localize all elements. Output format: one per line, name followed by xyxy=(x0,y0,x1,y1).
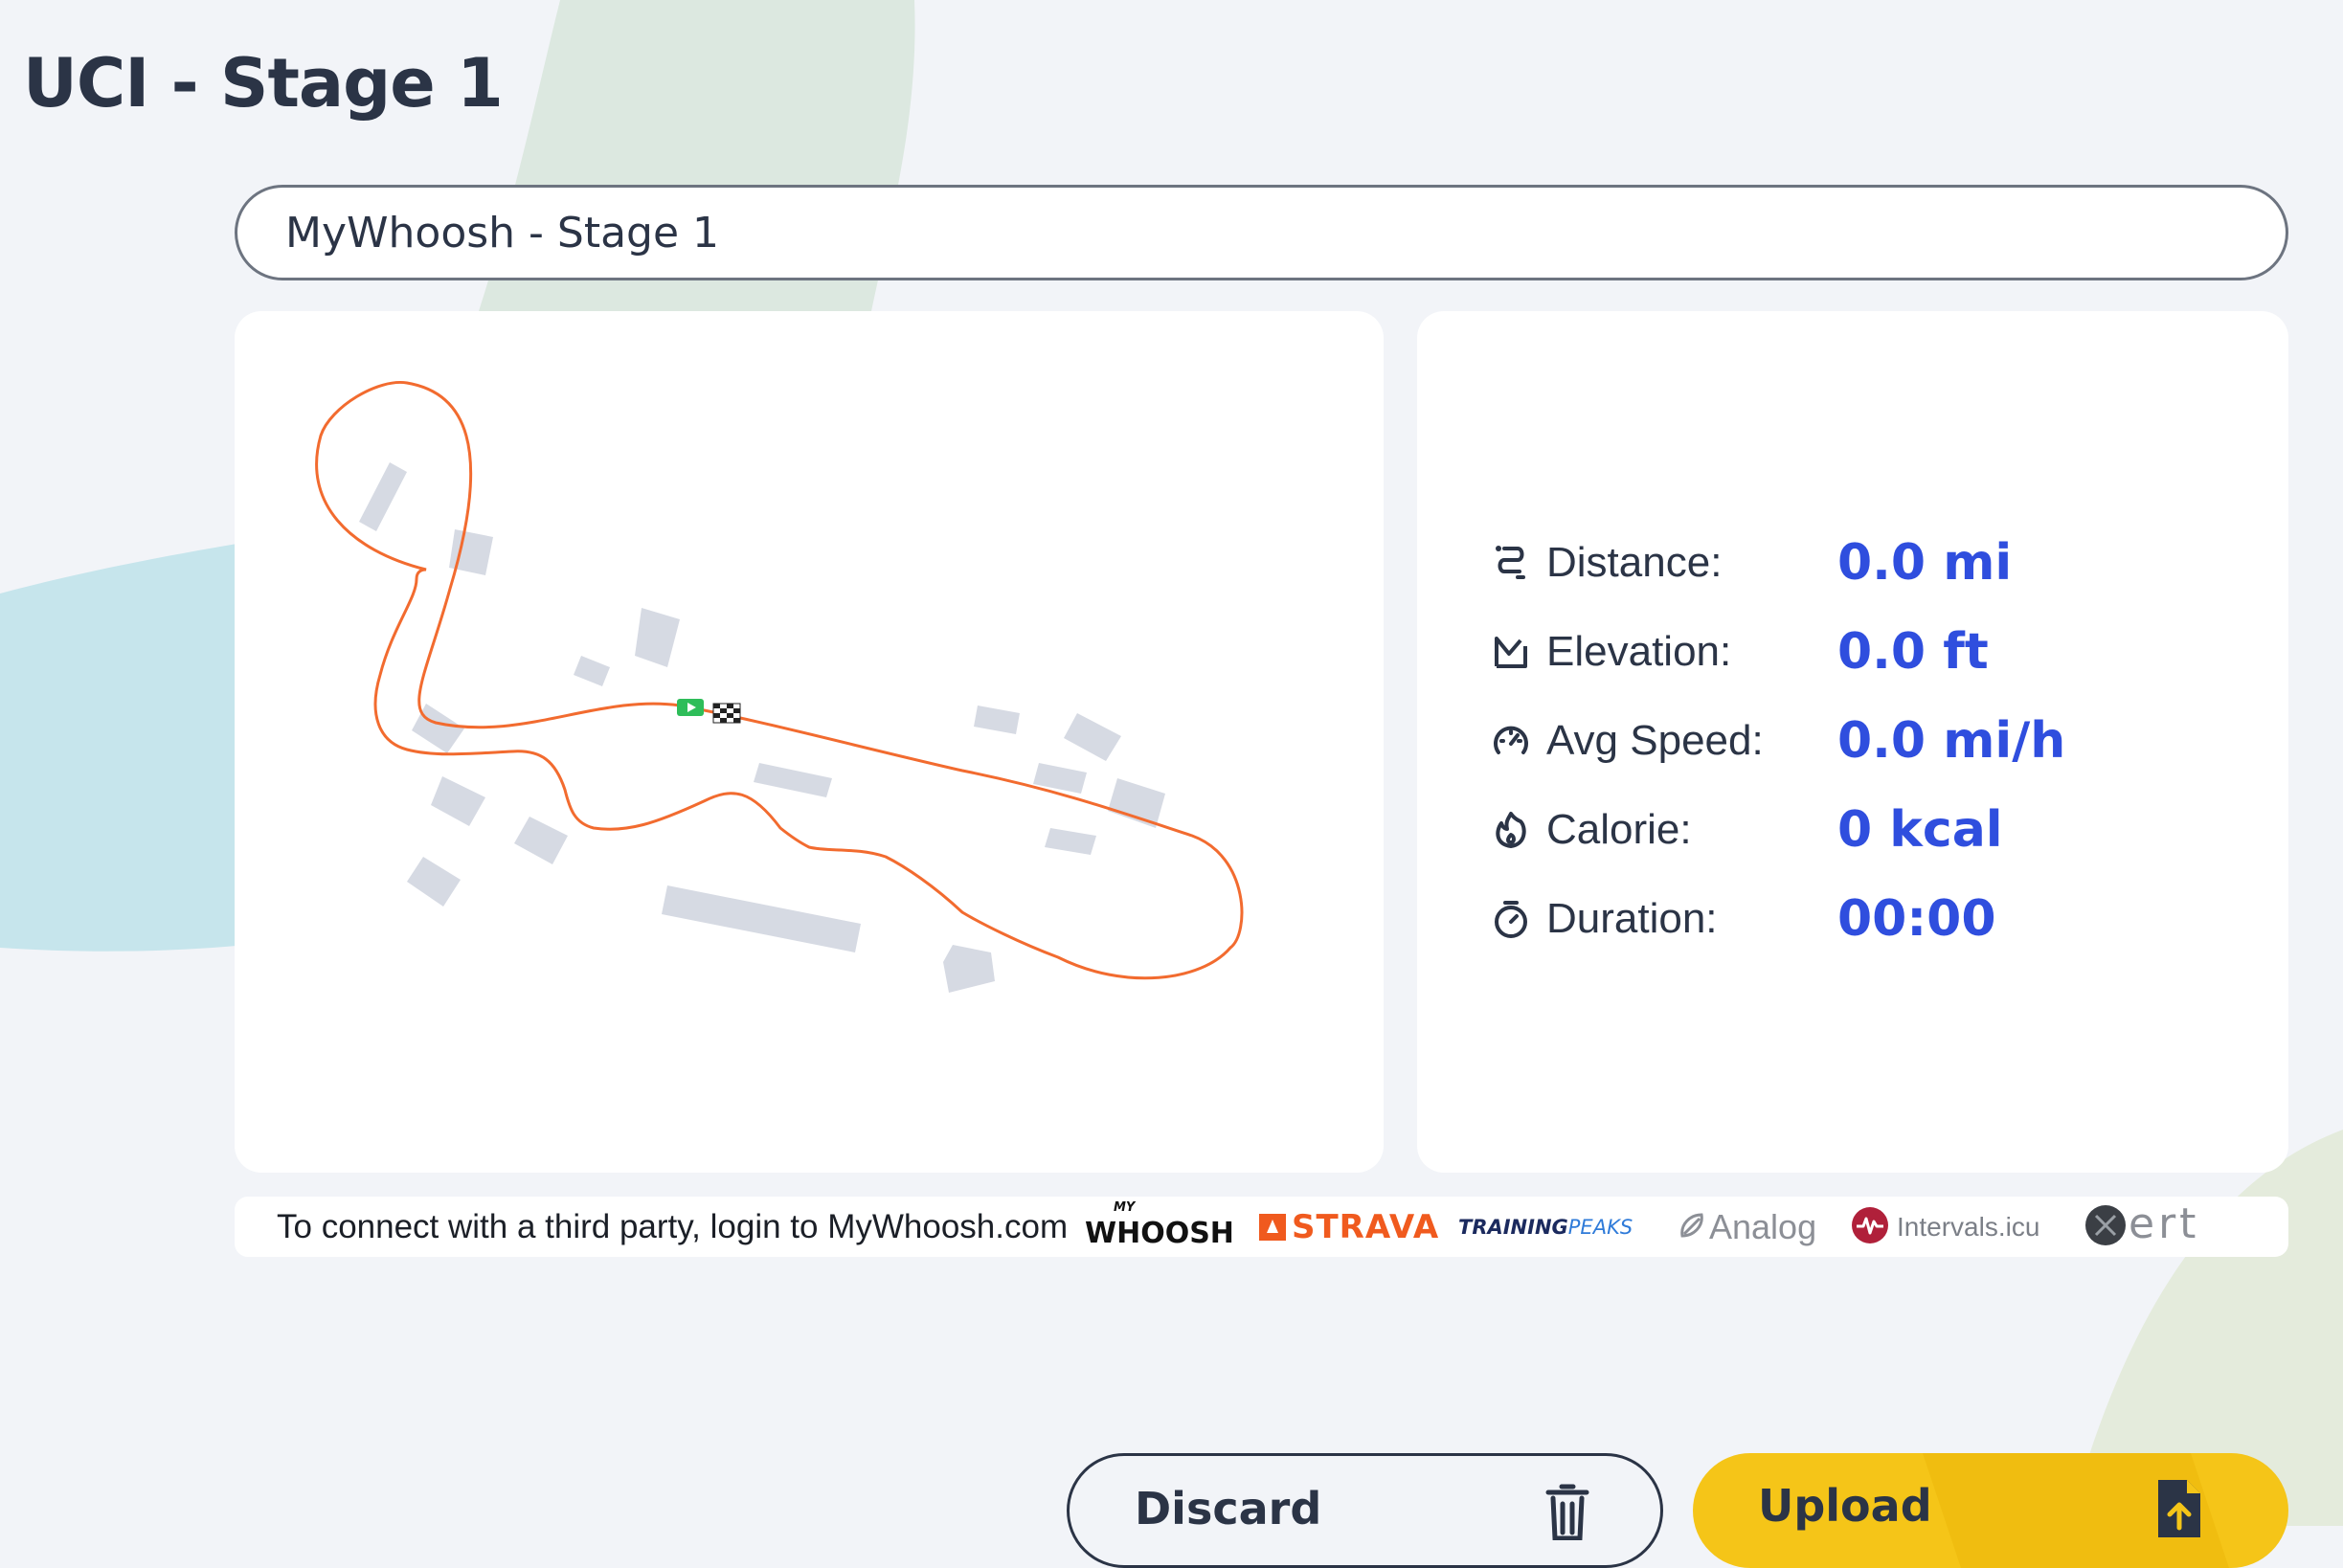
speedometer-icon xyxy=(1489,719,1533,763)
discard-button[interactable]: Discard xyxy=(1067,1453,1663,1568)
stat-value: 00:00 xyxy=(1837,890,1996,948)
third-party-bar: To connect with a third party, login to … xyxy=(235,1197,2288,1257)
trash-icon xyxy=(1544,1483,1590,1544)
stat-label: Duration: xyxy=(1546,895,1718,942)
elevation-icon xyxy=(1489,630,1533,674)
activity-name-input[interactable] xyxy=(235,185,2288,280)
discard-button-label: Discard xyxy=(1135,1483,1322,1534)
trainingpeaks-logo-text-a: TRAINING xyxy=(1458,1216,1568,1239)
strava-mark-icon xyxy=(1259,1214,1286,1241)
stat-elevation: Elevation: 0.0 ft xyxy=(1489,618,1989,685)
stat-avg-speed: Avg Speed: 0.0 mi/h xyxy=(1489,707,2065,774)
start-flag-icon xyxy=(677,699,704,716)
analog-logo-text: Analog xyxy=(1709,1207,1817,1246)
stat-label: Calorie: xyxy=(1546,806,1692,853)
route-map-card xyxy=(235,311,1384,1173)
stats-card: Distance: 0.0 mi Elevation: 0.0 ft Avg S… xyxy=(1417,311,2288,1173)
stat-label: Elevation: xyxy=(1546,628,1732,675)
xert-logo-text: ert xyxy=(2129,1198,2200,1248)
intervals-logo-text: Intervals.icu xyxy=(1897,1212,2040,1242)
analog-logo[interactable]: Analog xyxy=(1678,1202,1816,1252)
upload-file-icon xyxy=(2154,1478,2204,1543)
third-party-text: To connect with a third party, login to … xyxy=(277,1208,1069,1245)
finish-flag-icon xyxy=(712,703,741,724)
stat-label: Avg Speed: xyxy=(1546,717,1764,764)
route-map xyxy=(315,380,1244,993)
analog-leaf-icon xyxy=(1678,1211,1705,1243)
upload-button[interactable]: Upload xyxy=(1693,1453,2288,1568)
xert-x-icon xyxy=(2084,1204,2127,1250)
stat-distance: Distance: 0.0 mi xyxy=(1489,529,2012,596)
xert-logo[interactable]: ert xyxy=(2084,1198,2200,1252)
flame-icon xyxy=(1489,808,1533,852)
stat-value: 0.0 ft xyxy=(1837,623,1989,681)
stat-duration: Duration: 00:00 xyxy=(1489,885,1996,952)
page-title: UCI - Stage 1 xyxy=(23,44,504,123)
trainingpeaks-logo-text-b: PEAKS xyxy=(1567,1216,1633,1239)
stat-label: Distance: xyxy=(1546,539,1723,586)
strava-logo[interactable]: STRAVA xyxy=(1259,1202,1439,1252)
mywhoosh-logo-small-text: MY xyxy=(1114,1200,1136,1215)
route-icon xyxy=(1489,541,1533,585)
stat-calorie: Calorie: 0 kcal xyxy=(1489,796,2003,863)
intervals-logo[interactable]: Intervals.icu xyxy=(1851,1202,2039,1252)
stat-value: 0.0 mi xyxy=(1837,534,2013,592)
stat-value: 0.0 mi/h xyxy=(1837,712,2066,770)
upload-button-label: Upload xyxy=(1758,1480,1932,1532)
stat-value: 0 kcal xyxy=(1837,801,2003,859)
route-path xyxy=(315,380,1244,980)
stopwatch-icon xyxy=(1489,897,1533,941)
mywhoosh-logo-text: WHOOSH xyxy=(1085,1216,1234,1250)
trainingpeaks-logo[interactable]: TRAINING PEAKS xyxy=(1458,1202,1633,1252)
intervals-pulse-icon xyxy=(1851,1206,1889,1248)
mywhoosh-logo[interactable]: MY WHOOSH xyxy=(1085,1200,1234,1252)
strava-logo-text: STRAVA xyxy=(1292,1208,1440,1246)
